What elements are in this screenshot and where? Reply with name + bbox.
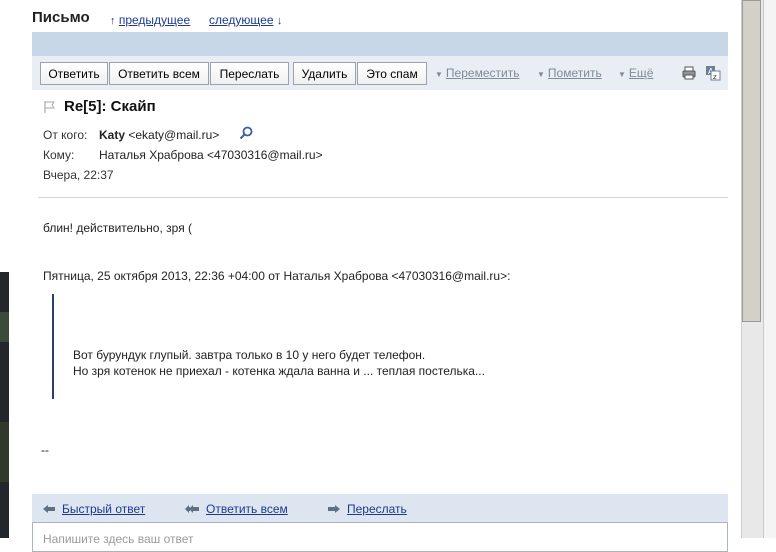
- spam-button[interactable]: Это спам: [357, 62, 427, 85]
- to-field[interactable]: Наталья Храброва <47030316@mail.ru>: [99, 148, 323, 162]
- forward-label: Переслать: [347, 502, 407, 516]
- reply-all-arrow-icon: [185, 505, 199, 513]
- delete-button[interactable]: Удалить: [293, 62, 356, 85]
- more-label: Ещё: [628, 66, 654, 80]
- dropdown-triangle-icon: ▼: [618, 70, 626, 79]
- quick-reply-bar: Быстрый ответ Ответить всем Переслать: [32, 494, 728, 522]
- down-arrow-icon: ↓: [276, 15, 283, 27]
- quote-line: Вот бурундук глупый. завтра только в 10 …: [73, 348, 426, 362]
- message-date: Вчера, 22:37: [43, 168, 114, 182]
- from-field[interactable]: Katy <ekaty@mail.ru>: [99, 128, 219, 142]
- message-subject: Re[5]: Скайп: [64, 98, 156, 115]
- quote-bar: [52, 294, 54, 399]
- dropdown-triangle-icon: ▼: [435, 70, 443, 79]
- window-edge: [763, 0, 776, 538]
- reply-all-button[interactable]: Ответить всем: [109, 62, 209, 85]
- dropdown-triangle-icon: ▼: [537, 70, 545, 79]
- page-title: Письмо: [32, 9, 90, 26]
- search-icon[interactable]: [239, 126, 253, 145]
- forward-button[interactable]: Переслать: [210, 62, 289, 85]
- quick-reply-input[interactable]: Напишите здесь ваш ответ: [32, 522, 728, 552]
- flag-icon[interactable]: [43, 100, 57, 119]
- prev-message-link[interactable]: ↑ предыдущее: [110, 13, 190, 27]
- reply-all-label: Ответить всем: [206, 502, 288, 516]
- mark-menu[interactable]: ▼ Пометить: [537, 66, 602, 80]
- reply-all-link[interactable]: Ответить всем: [184, 502, 288, 516]
- translate-icon[interactable]: A z: [705, 65, 721, 81]
- prev-message-label: предыдущее: [118, 13, 191, 27]
- more-menu[interactable]: ▼ Ещё: [618, 66, 653, 80]
- from-name: Katy: [99, 128, 126, 142]
- quote-header: Пятница, 25 октября 2013, 22:36 +04:00 о…: [43, 269, 511, 283]
- reply-placeholder: Напишите здесь ваш ответ: [43, 532, 194, 546]
- up-arrow-icon: ↑: [110, 15, 116, 27]
- next-message-link[interactable]: следующее ↓: [209, 13, 282, 27]
- quick-reply-link[interactable]: Быстрый ответ: [42, 502, 145, 516]
- quote-line: Но зря котенок не приехал - котенка ждал…: [73, 364, 485, 378]
- forward-link[interactable]: Переслать: [327, 502, 407, 516]
- mark-label: Пометить: [547, 66, 602, 80]
- toolbar: Ответить Ответить всем Переслать Удалить…: [32, 56, 728, 90]
- quick-reply-label: Быстрый ответ: [62, 502, 146, 516]
- move-menu[interactable]: ▼ Переместить: [435, 66, 519, 80]
- printer-icon[interactable]: [681, 65, 697, 81]
- next-message-label: следующее: [209, 13, 274, 27]
- background-window-strip: [0, 272, 9, 538]
- from-email: <ekaty@mail.ru>: [128, 128, 220, 142]
- to-label: Кому:: [43, 148, 75, 162]
- scrollbar-thumb[interactable]: [742, 0, 761, 322]
- forward-arrow-icon: [328, 505, 340, 513]
- header-band: [32, 32, 728, 56]
- reply-arrow-icon: [43, 505, 55, 513]
- svg-text:z: z: [713, 73, 717, 81]
- header-divider: [38, 197, 728, 198]
- from-label: От кого:: [43, 128, 88, 142]
- reply-button[interactable]: Ответить: [40, 62, 108, 85]
- body-line: блин! действительно, зря (: [43, 221, 193, 235]
- move-label: Переместить: [445, 66, 520, 80]
- signature: --: [41, 443, 49, 457]
